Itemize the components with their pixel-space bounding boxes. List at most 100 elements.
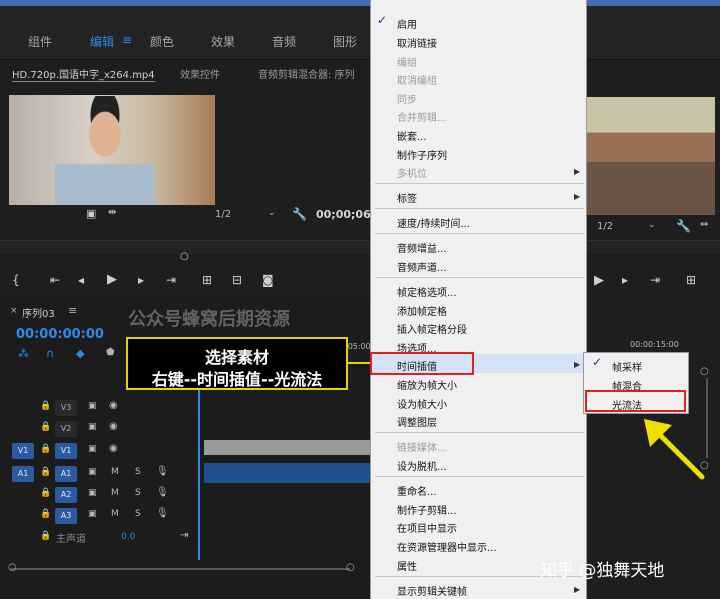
menu-item-audio-gain[interactable]: 音频增益... — [397, 240, 447, 255]
film-icon[interactable]: ▣ — [88, 401, 97, 411]
workspace-tab-editing[interactable]: 编辑 — [90, 33, 114, 50]
source-tab-audio-mixer[interactable]: 音频剪辑混合器: 序列 — [258, 66, 355, 81]
insert-icon[interactable]: ⇹ — [108, 207, 116, 218]
film-icon[interactable]: ▣ — [86, 207, 96, 220]
playhead-line[interactable] — [198, 360, 200, 560]
close-icon[interactable]: × — [10, 306, 18, 316]
microphone-icon[interactable]: 🎙 — [156, 487, 169, 498]
program-time-ruler[interactable] — [587, 240, 720, 254]
lock-icon[interactable]: 🔒 — [40, 467, 51, 477]
workspace-tab-audio[interactable]: 音频 — [272, 33, 296, 50]
lock-icon[interactable]: 🔒 — [40, 531, 51, 541]
track-label[interactable]: A3 — [55, 508, 77, 524]
lock-icon[interactable]: 🔒 — [40, 422, 51, 432]
playhead-icon[interactable]: ○ — [180, 251, 189, 262]
source-resolution[interactable]: 1/2 — [215, 209, 231, 220]
menu-icon[interactable]: ≡ — [68, 304, 77, 317]
film-icon[interactable]: ▣ — [88, 488, 97, 498]
solo-button[interactable]: S — [135, 509, 141, 519]
add-marker-icon[interactable]: ⬟ — [106, 347, 115, 358]
track-label[interactable]: A2 — [55, 487, 77, 503]
chevron-down-icon[interactable]: ⌄ — [648, 220, 656, 230]
scroll-knob-icon[interactable]: ○ — [346, 562, 355, 573]
overwrite-button-icon[interactable]: ⊟ — [232, 273, 242, 287]
sequence-tab[interactable]: 序列03 — [22, 305, 55, 320]
solo-button[interactable]: S — [135, 488, 141, 498]
linked-selection-icon[interactable]: ◆ — [76, 347, 84, 360]
menu-item-reveal-in-project[interactable]: 在项目中显示 — [397, 520, 457, 535]
workspace-menu-icon[interactable]: ≡ — [122, 33, 132, 47]
menu-item-frame-hold-options[interactable]: 帧定格选项... — [397, 284, 457, 299]
mute-button[interactable]: M — [111, 488, 119, 498]
go-to-in-icon[interactable]: ⇤ — [50, 273, 60, 287]
workspace-tab-effects[interactable]: 效果 — [211, 33, 235, 50]
mute-button[interactable]: M — [111, 509, 119, 519]
eye-icon[interactable]: ◉ — [109, 421, 118, 432]
snap-icon[interactable]: ∩ — [46, 347, 54, 360]
menu-item-properties[interactable]: 属性 — [397, 558, 417, 573]
program-lift-icon[interactable]: ⊞ — [686, 273, 696, 287]
menu-item-reveal-in-explorer[interactable]: 在资源管理器中显示... — [397, 539, 497, 554]
menu-item-unlink[interactable]: 取消链接 — [397, 35, 437, 50]
solo-button[interactable]: S — [135, 467, 141, 477]
source-tab-clip[interactable]: HD.720p.国语中字_x264.mp4 — [12, 66, 155, 82]
track-label[interactable]: V1 — [55, 443, 77, 459]
lock-icon[interactable]: 🔒 — [40, 401, 51, 411]
play-icon[interactable]: ▶ — [107, 272, 117, 287]
film-icon[interactable]: ▣ — [88, 444, 97, 454]
menu-item-nest[interactable]: 嵌套... — [397, 128, 427, 143]
master-volume-value[interactable]: 0.0 — [121, 532, 135, 542]
workspace-tab-graphics[interactable]: 图形 — [333, 33, 357, 50]
eye-icon[interactable]: ◉ — [109, 400, 118, 411]
film-icon[interactable]: ▣ — [88, 509, 97, 519]
workspace-tab-color[interactable]: 颜色 — [150, 33, 174, 50]
program-play-icon[interactable]: ▶ — [594, 273, 604, 288]
source-tab-effect-controls[interactable]: 效果控件 — [180, 66, 220, 81]
program-resolution[interactable]: 1/2 — [597, 221, 613, 232]
menu-item-insert-frame-hold[interactable]: 插入帧定格分段 — [397, 321, 467, 336]
menu-item-speed-duration[interactable]: 速度/持续时间... — [397, 215, 470, 230]
microphone-icon[interactable]: 🎙 — [156, 466, 169, 477]
mute-button[interactable]: M — [111, 467, 119, 477]
menu-item-audio-channels[interactable]: 音频声道... — [397, 259, 447, 274]
wrench-icon[interactable]: 🔧 — [676, 219, 691, 233]
track-label[interactable]: A1 — [55, 466, 77, 482]
camera-icon[interactable]: ◙ — [262, 273, 274, 287]
eye-icon[interactable]: ◉ — [109, 443, 118, 454]
lock-icon[interactable]: 🔒 — [40, 488, 51, 498]
source-target-v1[interactable]: V1 — [12, 443, 34, 459]
track-label[interactable]: V3 — [55, 400, 77, 416]
scroll-knob-icon[interactable]: ○ — [700, 366, 709, 377]
step-back-icon[interactable]: ◂ — [78, 273, 84, 287]
microphone-icon[interactable]: 🎙 — [156, 508, 169, 519]
timeline-timecode[interactable]: 00:00:00:00 — [16, 327, 104, 342]
film-icon[interactable]: ▣ — [88, 467, 97, 477]
menu-item-make-subclip[interactable]: 制作子剪辑... — [397, 502, 457, 517]
menu-item-set-to-frame[interactable]: 设为帧大小 — [397, 396, 447, 411]
expand-icon[interactable]: ⇔ — [700, 219, 708, 230]
mark-in-icon[interactable]: { — [12, 273, 20, 287]
audio-clip[interactable] — [204, 463, 370, 483]
track-label[interactable]: V2 — [55, 421, 77, 437]
program-step-forward-icon[interactable]: ▸ — [622, 273, 628, 287]
step-forward-icon[interactable]: ▸ — [138, 273, 144, 287]
film-icon[interactable]: ▣ — [88, 422, 97, 432]
menu-item-label[interactable]: 标签 — [397, 190, 417, 205]
nest-icon[interactable]: ⁂ — [18, 347, 29, 360]
menu-item-scale-to-frame[interactable]: 缩放为帧大小 — [397, 377, 457, 392]
source-target-a1[interactable]: A1 — [12, 466, 34, 482]
insert-button-icon[interactable]: ⊞ — [202, 273, 212, 287]
menu-item-make-subsequence[interactable]: 制作子序列 — [397, 147, 447, 162]
video-clip[interactable] — [204, 440, 370, 455]
menu-item-show-clip-keyframes[interactable]: 显示剪辑关键帧 — [397, 583, 467, 598]
lock-icon[interactable]: 🔒 — [40, 444, 51, 454]
menu-item-adjustment-layer[interactable]: 调整图层 — [397, 414, 437, 429]
menu-item-make-offline[interactable]: 设为脱机... — [397, 458, 447, 473]
program-go-to-out-icon[interactable]: ⇥ — [650, 273, 660, 287]
go-to-out-icon[interactable]: ⇥ — [166, 273, 176, 287]
scroll-knob-icon[interactable]: ○ — [8, 562, 17, 573]
wrench-icon[interactable]: 🔧 — [292, 207, 307, 221]
horizontal-scrollbar[interactable] — [10, 568, 350, 570]
submenu-item-frame-sampling[interactable]: 帧采样 — [612, 359, 642, 374]
menu-item-rename[interactable]: 重命名... — [397, 483, 437, 498]
